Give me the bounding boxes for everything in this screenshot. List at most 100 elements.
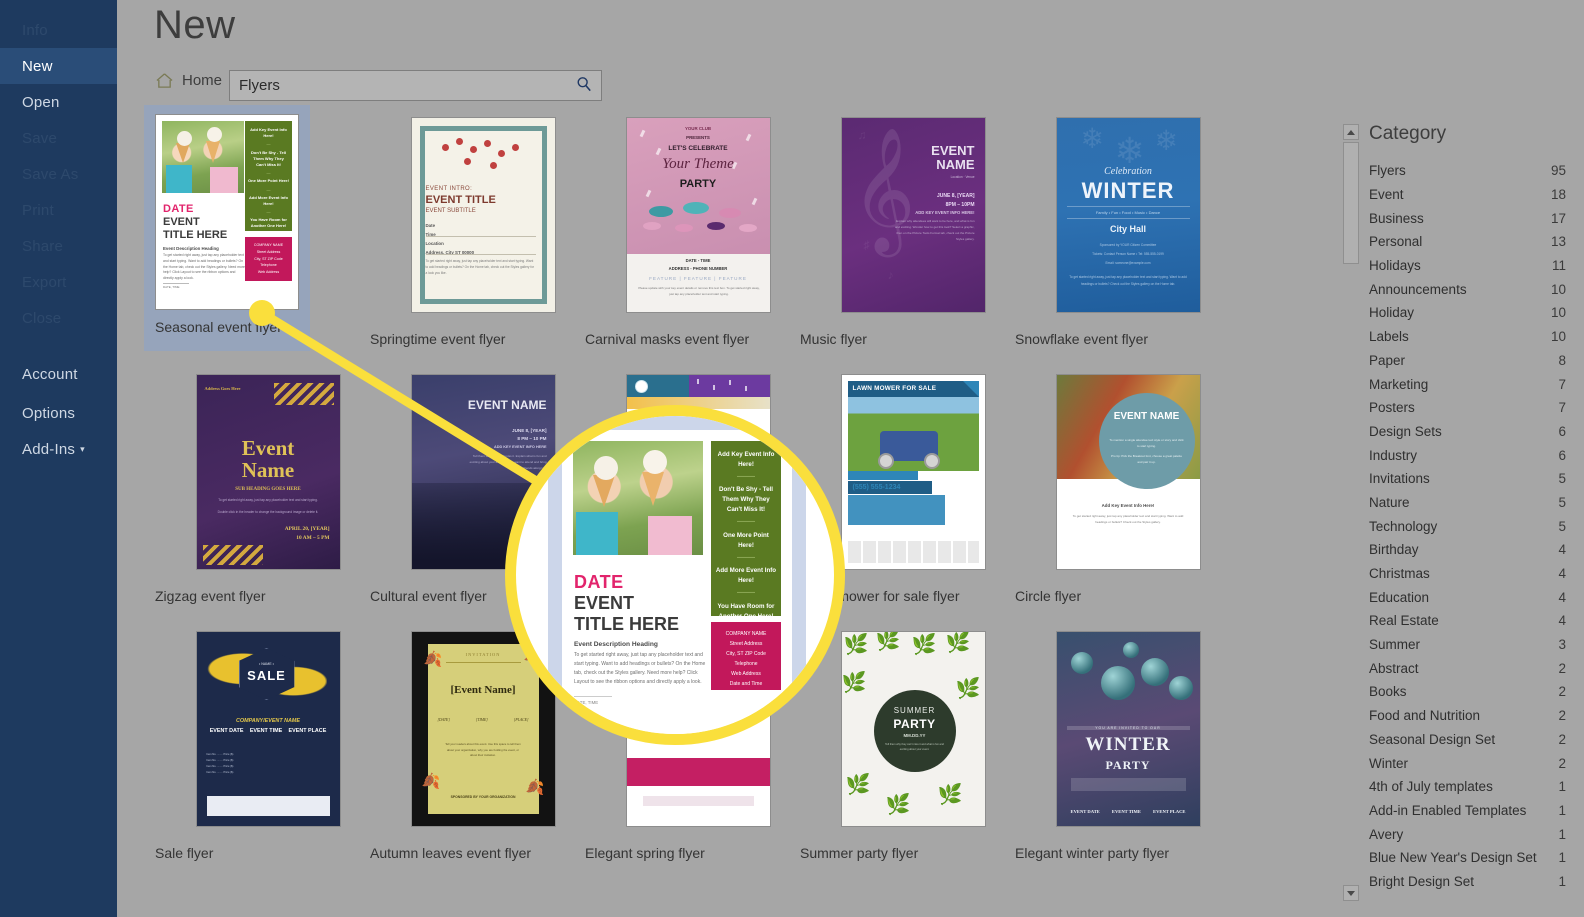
category-row[interactable]: Business 17 xyxy=(1369,206,1576,230)
category-row[interactable]: Real Estate 4 xyxy=(1369,609,1576,633)
category-row[interactable]: Personal 13 xyxy=(1369,230,1576,254)
category-row[interactable]: Labels 10 xyxy=(1369,325,1576,349)
category-row[interactable]: Winter 2 xyxy=(1369,751,1576,775)
category-row[interactable]: Blue New Year's Design Set 1 xyxy=(1369,846,1576,870)
category-row[interactable]: Marketing 7 xyxy=(1369,372,1576,396)
category-row[interactable]: Invitations 5 xyxy=(1369,467,1576,491)
category-row[interactable]: Nature 5 xyxy=(1369,491,1576,515)
template-card-elegant-spring-flyer[interactable]: Elegant spring flyer xyxy=(585,628,811,861)
template-card-springtime-event-flyer[interactable]: EVENT INTRO: EVENT TITLE EVENT SUBTITLE … xyxy=(370,114,596,347)
thumb-elegant-winter-party-flyer: YOU ARE INVITED TO OUR WINTER PARTY EVEN… xyxy=(1055,631,1201,827)
sidebar-item-info[interactable]: Info xyxy=(0,12,117,48)
sidebar-item-add-ins[interactable]: Add-Ins ▾ xyxy=(0,431,117,467)
sidebar-item-export[interactable]: Export xyxy=(0,264,117,300)
category-row[interactable]: Bright Design Set 1 xyxy=(1369,870,1576,894)
sidebar-item-label: Share xyxy=(22,237,64,255)
category-row[interactable]: Paper 8 xyxy=(1369,349,1576,373)
template-card-carnival-masks-event-flyer[interactable]: YOUR CLUB PRESENTS LET'S CELEBRATE Your … xyxy=(585,114,811,347)
category-row[interactable]: Abstract 2 xyxy=(1369,656,1576,680)
category-row[interactable]: Birthday 4 xyxy=(1369,538,1576,562)
sidebar-item-account[interactable]: Account xyxy=(0,356,117,392)
sidebar-item-share[interactable]: Share xyxy=(0,228,117,264)
category-name: Blue New Year's Design Set xyxy=(1369,850,1537,866)
template-card-seasonal-event-flyer[interactable]: Add Key Event Info Here! — Don't Be Shy -… xyxy=(144,105,310,351)
category-row[interactable]: Christmas 4 xyxy=(1369,562,1576,586)
page-title: New xyxy=(154,3,236,47)
category-row[interactable]: Posters 7 xyxy=(1369,396,1576,420)
category-name: Labels xyxy=(1369,329,1409,345)
category-row[interactable]: Technology 5 xyxy=(1369,514,1576,538)
category-name: Summer xyxy=(1369,637,1421,653)
category-count: 11 xyxy=(1551,258,1566,274)
sidebar-item-new[interactable]: New xyxy=(0,48,117,84)
sidebar-item-label: Open xyxy=(22,93,60,111)
template-card-cultural-event-flyer[interactable]: EVENT NAME JUNE 8, [YEAR] 8 PM – 10 PM A… xyxy=(370,371,596,604)
sidebar-item-label: New xyxy=(22,57,53,75)
scroll-up-button[interactable] xyxy=(1343,124,1359,140)
sidebar-item-print[interactable]: Print xyxy=(0,192,117,228)
category-row[interactable]: Books 2 xyxy=(1369,680,1576,704)
category-row[interactable]: Industry 6 xyxy=(1369,443,1576,467)
template-card-elegant-winter-party-flyer[interactable]: YOU ARE INVITED TO OUR WINTER PARTY EVEN… xyxy=(1015,628,1241,861)
sidebar-item-open[interactable]: Open xyxy=(0,84,117,120)
backstage-sidebar: Info New Open Save Save As Print Share Export Cl… xyxy=(0,0,117,917)
template-card-zigzag-event-flyer[interactable]: Address Goes Here Event Name SUB HEADING… xyxy=(155,371,381,604)
search-input[interactable] xyxy=(230,71,567,100)
search-button[interactable] xyxy=(567,71,601,100)
thumb-zigzag-event-flyer: Address Goes Here Event Name SUB HEADING… xyxy=(195,374,341,570)
home-button-label: Home xyxy=(182,72,223,89)
category-scrollbar[interactable] xyxy=(1343,124,1359,901)
template-label: Cultural event flyer xyxy=(370,588,487,604)
sidebar-item-label: Save As xyxy=(22,165,79,183)
template-label: Carnival masks event flyer xyxy=(585,331,750,347)
category-count: 95 xyxy=(1550,163,1566,179)
template-card-summer-party-flyer[interactable]: 🌿 🌿 🌿 🌿 🌿 🌿 🌿 🌿 🌿 SUMMER PARTY MM.DD.YY … xyxy=(800,628,1026,861)
category-row[interactable]: Holiday 10 xyxy=(1369,301,1576,325)
thumb-cultural-event-flyer: EVENT NAME JUNE 8, [YEAR] 8 PM – 10 PM A… xyxy=(410,374,556,570)
category-count: 5 xyxy=(1558,494,1566,510)
category-name: Bright Design Set xyxy=(1369,873,1475,889)
category-row[interactable]: Holidays 11 xyxy=(1369,254,1576,278)
category-row[interactable]: Add-in Enabled Templates 1 xyxy=(1369,799,1576,823)
category-row[interactable]: Event 18 xyxy=(1369,183,1576,207)
thumb-seasonal-event-flyer: Add Key Event Info Here! — Don't Be Shy -… xyxy=(155,114,299,310)
scroll-down-button[interactable] xyxy=(1343,885,1359,901)
template-card-music-flyer[interactable]: 𝄞 ♫ ♪ ♯ EVENT NAME Location · Venue JUNE… xyxy=(800,114,1026,347)
sidebar-item-label: Info xyxy=(22,21,48,39)
category-name: Birthday xyxy=(1369,542,1419,558)
template-card-elegant-spring-flyer-row2[interactable]: Elegant spring flyer xyxy=(585,371,811,604)
home-button[interactable]: Home xyxy=(155,72,222,89)
category-row[interactable]: 4th of July templates 1 xyxy=(1369,775,1576,799)
category-count: 7 xyxy=(1558,400,1566,416)
category-count: 1 xyxy=(1558,779,1566,795)
sidebar-item-options[interactable]: Options xyxy=(0,395,117,431)
category-row[interactable]: Education 4 xyxy=(1369,585,1576,609)
sidebar-item-label: Export xyxy=(22,273,67,291)
category-row[interactable]: Food and Nutrition 2 xyxy=(1369,704,1576,728)
category-count: 5 xyxy=(1558,471,1566,487)
category-row[interactable]: Flyers 95 xyxy=(1369,159,1576,183)
sidebar-item-save-as[interactable]: Save As xyxy=(0,156,117,192)
template-label: Music flyer xyxy=(800,331,867,347)
category-count: 1 xyxy=(1558,850,1566,866)
template-card-autumn-leaves-event-flyer[interactable]: 🍂 🍂 🍂 🍂 INVITATION [Event Name] [DATE] [… xyxy=(370,628,596,861)
category-row[interactable]: Summer 3 xyxy=(1369,633,1576,657)
template-card-sale-flyer[interactable]: • NAME • SALE COMPANY/EVENT NAME EVENT D… xyxy=(155,628,381,861)
template-card-lawn-mower-for-sale-flyer[interactable]: LAWN MOWER FOR SALE (555) 555-1234 Lawn … xyxy=(800,371,1026,604)
category-row[interactable]: Avery 1 xyxy=(1369,822,1576,846)
category-row[interactable]: Seasonal Design Set 2 xyxy=(1369,728,1576,752)
category-name: Flyers xyxy=(1369,163,1406,179)
category-name: Holiday xyxy=(1369,305,1415,321)
template-search-box[interactable] xyxy=(229,70,602,101)
template-card-snowflake-event-flyer[interactable]: ❄ ❄ ❄ Celebration WINTER Family • Fun • … xyxy=(1015,114,1241,347)
chevron-up-icon xyxy=(1347,129,1355,135)
category-row[interactable]: Design Sets 6 xyxy=(1369,420,1576,444)
scrollbar-thumb[interactable] xyxy=(1343,142,1359,264)
sidebar-item-save[interactable]: Save xyxy=(0,120,117,156)
template-card-circle-flyer[interactable]: EVENT NAME To mention a single attendee … xyxy=(1015,371,1241,604)
thumb-snowflake-event-flyer: ❄ ❄ ❄ Celebration WINTER Family • Fun • … xyxy=(1055,117,1201,313)
sidebar-item-label: Account xyxy=(22,365,78,383)
category-count: 4 xyxy=(1558,566,1566,582)
sidebar-item-close[interactable]: Close xyxy=(0,300,117,336)
category-row[interactable]: Announcements 10 xyxy=(1369,277,1576,301)
